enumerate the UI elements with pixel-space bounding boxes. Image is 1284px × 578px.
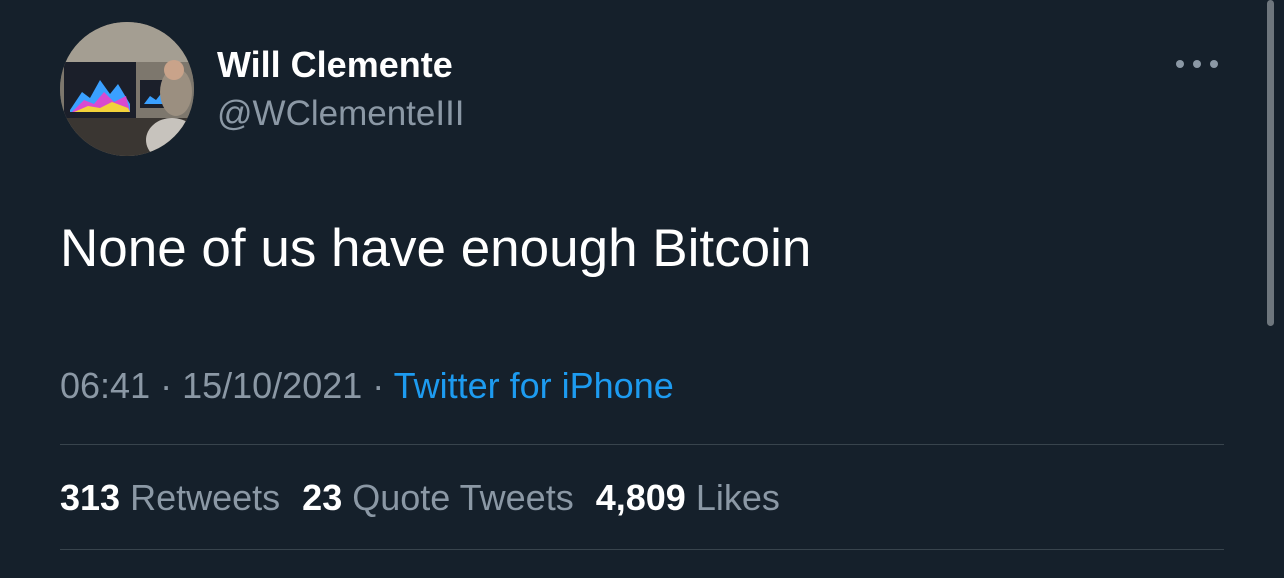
retweets-stat[interactable]: 313 Retweets [60, 476, 280, 520]
more-dot [1193, 60, 1201, 68]
scrollbar[interactable] [1267, 0, 1274, 326]
author-name[interactable]: Will Clemente [217, 44, 453, 86]
avatar[interactable] [60, 22, 194, 156]
meta-separator: · [362, 365, 394, 406]
divider [60, 444, 1224, 445]
tweet-date[interactable]: 15/10/2021 [182, 365, 362, 406]
tweet-meta: 06:41 · 15/10/2021 · Twitter for iPhone [60, 364, 674, 408]
quote-tweets-stat[interactable]: 23 Quote Tweets [302, 476, 574, 520]
tweet-time[interactable]: 06:41 [60, 365, 150, 406]
more-dot [1210, 60, 1218, 68]
quote-tweets-label: Quote Tweets [352, 477, 574, 518]
likes-label: Likes [695, 477, 780, 518]
meta-separator: · [150, 365, 183, 406]
engagement-stats: 313 Retweets 23 Quote Tweets 4,809 Likes [60, 476, 802, 520]
more-dot [1176, 60, 1184, 68]
author-handle[interactable]: @WClementeIII [217, 94, 465, 134]
divider [60, 549, 1224, 550]
quote-tweets-count: 23 [302, 477, 343, 518]
avatar-image [60, 22, 194, 156]
more-options-icon[interactable] [1170, 48, 1226, 80]
tweet-text: None of us have enough Bitcoin [60, 219, 812, 278]
tweet-detail: Will Clemente @WClementeIII None of us h… [0, 0, 1284, 578]
tweet-source-link[interactable]: Twitter for iPhone [394, 365, 674, 406]
likes-stat[interactable]: 4,809 Likes [596, 476, 780, 520]
retweets-count: 313 [60, 477, 121, 518]
retweets-label: Retweets [130, 477, 281, 518]
likes-count: 4,809 [595, 477, 686, 518]
